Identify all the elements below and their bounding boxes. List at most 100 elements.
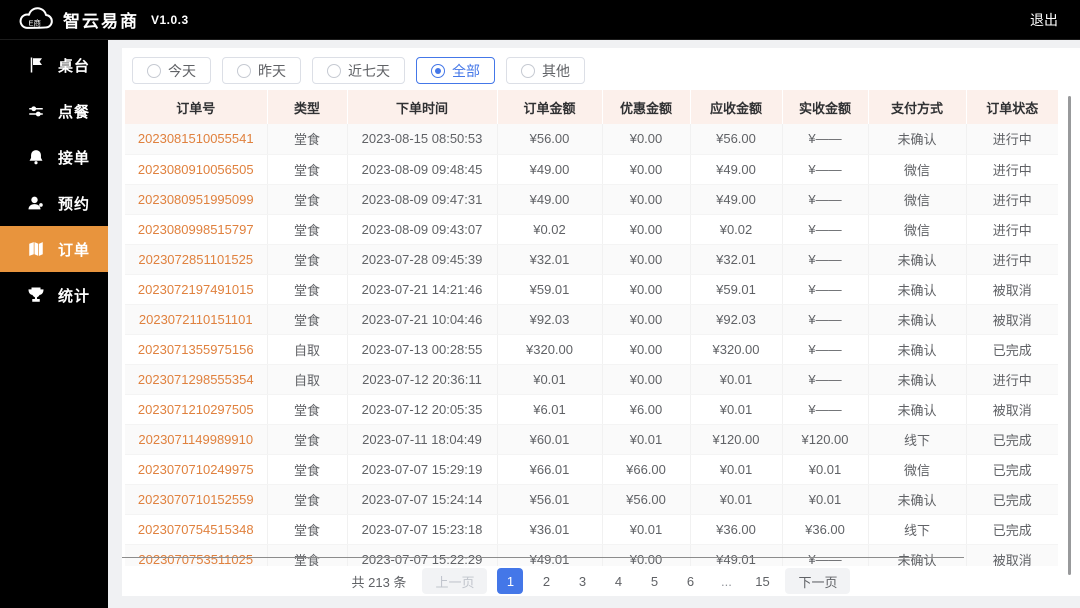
radio-icon: [147, 63, 161, 78]
column-header: 订单号: [125, 90, 268, 124]
prev-page-button[interactable]: 上一页: [422, 568, 488, 594]
cell-time: 2023-07-21 14:21:46: [347, 274, 498, 305]
cell-type: 堂食: [267, 154, 348, 185]
cell-received-amount: ¥0.01: [782, 454, 869, 485]
cell-payment-method: 微信: [868, 214, 967, 245]
cell-received-amount: ¥——: [782, 364, 869, 395]
cell-type: 堂食: [267, 454, 348, 485]
cell-type: 堂食: [267, 124, 348, 155]
cell-time: 2023-07-13 00:28:55: [347, 334, 498, 365]
table-row: 2023081510055541 堂食 2023-08-15 08:50:53 ¥56…: [125, 124, 1058, 155]
filter-all[interactable]: 全部: [416, 57, 495, 84]
page-number-button[interactable]: 5: [641, 568, 667, 594]
next-page-button[interactable]: 下一页: [785, 568, 851, 594]
cell-payment-method: 未确认: [868, 334, 967, 365]
sidebar-nav: 桌台 点餐 接单预约订单统计: [0, 40, 108, 608]
cell-time: 2023-07-07 15:29:19: [347, 454, 498, 485]
column-header: 订单金额: [497, 90, 603, 124]
table-scrollbar[interactable]: [1068, 96, 1071, 575]
cell-order-status: 进行中: [966, 184, 1058, 215]
cell-order-status: 进行中: [966, 244, 1058, 275]
sidebar-item-accept-order[interactable]: 接单: [0, 134, 108, 180]
cell-time: 2023-08-15 08:50:53: [347, 124, 498, 155]
order-number-link[interactable]: 2023072851101525: [125, 244, 268, 275]
topbar: E商 智云易商 V1.0.3 退出: [0, 0, 1080, 40]
cell-received-amount: ¥——: [782, 154, 869, 185]
page-number-button[interactable]: 1: [497, 568, 524, 594]
cell-discount-amount: ¥0.00: [602, 154, 691, 185]
cell-time: 2023-07-12 20:36:11: [347, 364, 498, 395]
column-header: 优惠金额: [602, 90, 691, 124]
table-row: 2023072110151101 堂食 2023-07-21 10:04:46 ¥92…: [125, 304, 1058, 335]
order-number-link[interactable]: 2023080998515797: [125, 214, 268, 245]
page-number-button[interactable]: 6: [677, 568, 703, 594]
table-row: 2023080910056505 堂食 2023-08-09 09:48:45 ¥49…: [125, 154, 1058, 185]
cell-received-amount: ¥——: [782, 394, 869, 425]
filter-last7days[interactable]: 近七天: [312, 57, 405, 84]
sidebar-item-tables[interactable]: 桌台: [0, 42, 108, 88]
order-number-link[interactable]: 2023080951995099: [125, 184, 268, 215]
sidebar-item-reservation[interactable]: 预约: [0, 180, 108, 226]
cell-received-amount: ¥——: [782, 124, 869, 155]
order-number-link[interactable]: 2023071298555354: [125, 364, 268, 395]
cell-time: 2023-07-07 15:23:18: [347, 514, 498, 545]
filter-label: 近七天: [348, 62, 390, 79]
order-number-link[interactable]: 2023080910056505: [125, 154, 268, 185]
radio-icon: [237, 63, 251, 78]
flag-icon: [27, 56, 45, 74]
cell-type: 堂食: [267, 304, 348, 335]
cell-received-amount: ¥——: [782, 184, 869, 215]
sidebar-item-ordering[interactable]: 点餐: [0, 88, 108, 134]
cell-payment-method: 微信: [868, 154, 967, 185]
sidebar-item-label: 统计: [58, 287, 91, 305]
table-row: 2023080998515797 堂食 2023-08-09 09:43:07 ¥0.…: [125, 214, 1058, 245]
cell-receivable-amount: ¥0.01: [690, 394, 783, 425]
main-area: 今天 昨天 近七天 全部 其他 订单号 类型 下单时间 订单金额 优惠金额 应收金额 实收金额 支付方…: [108, 40, 1080, 608]
filter-label: 今天: [168, 62, 196, 79]
cell-received-amount: ¥36.00: [782, 514, 869, 545]
cell-order-status: 被取消: [966, 274, 1058, 305]
order-number-link[interactable]: 2023070710249975: [125, 454, 268, 485]
cell-receivable-amount: ¥92.03: [690, 304, 783, 335]
cell-discount-amount: ¥6.00: [602, 394, 691, 425]
filter-today[interactable]: 今天: [132, 57, 211, 84]
page-number-button[interactable]: 3: [569, 568, 595, 594]
user-icon: [27, 194, 45, 212]
cell-receivable-amount: ¥320.00: [690, 334, 783, 365]
page-ellipsis: ...: [721, 573, 732, 589]
table-clip-line: [122, 557, 964, 558]
order-number-link[interactable]: 2023070710152559: [125, 484, 268, 515]
order-number-link[interactable]: 2023072197491015: [125, 274, 268, 305]
cell-time: 2023-08-09 09:47:31: [347, 184, 498, 215]
cell-time: 2023-07-28 09:45:39: [347, 244, 498, 275]
cell-order-status: 进行中: [966, 124, 1058, 155]
cell-order-amount: ¥36.01: [497, 514, 603, 545]
column-header: 类型: [267, 90, 348, 124]
cell-type: 堂食: [267, 514, 348, 545]
page-number-button[interactable]: 2: [533, 568, 559, 594]
filter-yesterday[interactable]: 昨天: [222, 57, 301, 84]
cell-payment-method: 微信: [868, 184, 967, 215]
cell-received-amount: ¥——: [782, 214, 869, 245]
page-number-button[interactable]: 15: [749, 568, 775, 594]
sidebar-item-label: 预约: [58, 195, 91, 213]
cell-type: 堂食: [267, 274, 348, 305]
cell-order-amount: ¥49.00: [497, 154, 603, 185]
logout-button[interactable]: 退出: [1030, 10, 1058, 30]
order-number-link[interactable]: 2023071355975156: [125, 334, 268, 365]
order-number-link[interactable]: 2023081510055541: [125, 124, 268, 155]
sidebar-item-statistics[interactable]: 统计: [0, 272, 108, 318]
cell-type: 堂食: [267, 484, 348, 515]
orders-table: 订单号 类型 下单时间 订单金额 优惠金额 应收金额 实收金额 支付方式 订单状态 202308…: [125, 90, 1058, 575]
filter-other[interactable]: 其他: [506, 57, 585, 84]
cell-time: 2023-08-09 09:43:07: [347, 214, 498, 245]
order-number-link[interactable]: 2023072110151101: [125, 304, 268, 335]
pagination-bar: 共 213 条 上一页 1 2 3 4 5 6... 15 下一页: [122, 566, 1080, 596]
sidebar-item-orders[interactable]: 订单: [0, 226, 108, 272]
order-number-link[interactable]: 2023071210297505: [125, 394, 268, 425]
cell-payment-method: 未确认: [868, 484, 967, 515]
cell-received-amount: ¥——: [782, 304, 869, 335]
order-number-link[interactable]: 2023070754515348: [125, 514, 268, 545]
order-number-link[interactable]: 2023071149989910: [125, 424, 268, 455]
page-number-button[interactable]: 4: [605, 568, 631, 594]
